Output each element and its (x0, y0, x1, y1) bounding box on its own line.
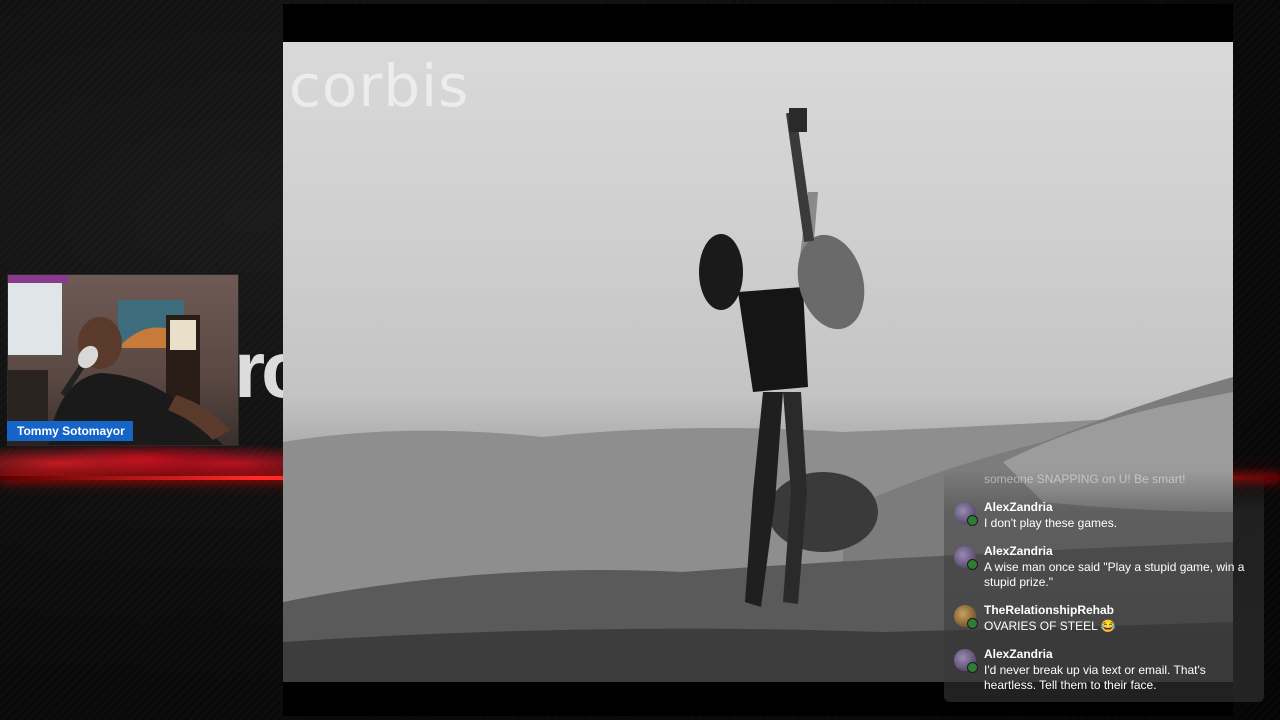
chat-username[interactable]: AlexZandria (984, 500, 1053, 514)
chat-username[interactable]: AlexZandria (984, 647, 1053, 661)
corbis-watermark: corbis (289, 52, 470, 120)
online-indicator-icon (967, 559, 978, 570)
streamer-camera-image (8, 275, 230, 445)
chat-message-faded: someone SNAPPING on U! Be smart! (984, 472, 1186, 486)
chat-username[interactable]: TheRelationshipRehab (984, 603, 1114, 617)
chat-overlay: someone SNAPPING on U! Be smart! AlexZan… (944, 470, 1264, 702)
chat-text: OVARIES OF STEEL 😂 (984, 619, 1116, 633)
user-avatar[interactable] (954, 546, 978, 570)
online-indicator-icon (967, 515, 978, 526)
online-indicator-icon (967, 662, 978, 673)
chat-username[interactable]: AlexZandria (984, 544, 1053, 558)
online-indicator-icon (967, 618, 978, 629)
chat-text: I don't play these games. (984, 516, 1118, 530)
user-avatar[interactable] (954, 605, 978, 629)
user-avatar[interactable] (954, 502, 978, 526)
stream-canvas: rc corbis Tommy Sotomayor someone SNAPPI… (0, 0, 1280, 720)
streamer-name-tag: Tommy Sotomayor (7, 421, 133, 441)
chat-text: A wise man once said "Play a stupid game… (984, 560, 1245, 589)
chat-text: I'd never break up via text or email. Th… (984, 663, 1206, 692)
user-avatar[interactable] (954, 649, 978, 673)
